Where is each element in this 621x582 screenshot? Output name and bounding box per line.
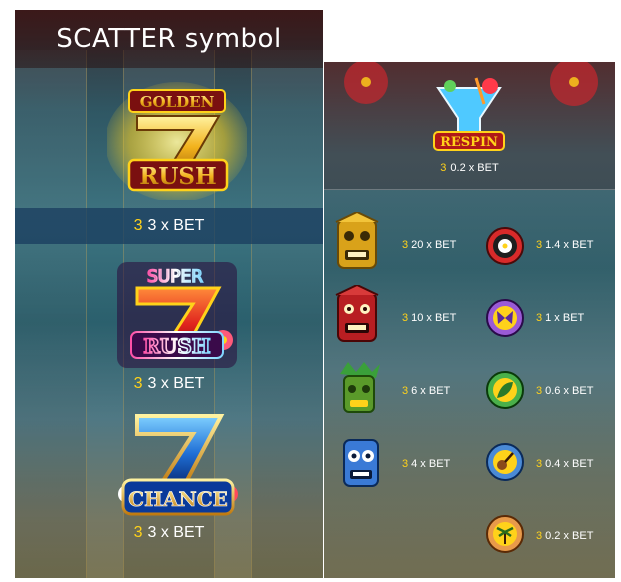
scatter-panel-title: SCATTER symbol (15, 10, 323, 68)
payout-text: 0.4 x BET (545, 458, 594, 470)
super-7-rush-payout: 33 x BET (15, 375, 323, 393)
payout-text: 0.2 x BET (545, 530, 594, 542)
green-tiki-mask-icon (340, 362, 380, 413)
blue-guitar-coin-icon (486, 443, 524, 481)
respin-cocktail-icon: RESPIN (433, 77, 505, 151)
svg-text:CHANCE: CHANCE (128, 487, 228, 511)
blue-tiki-mask-icon (343, 439, 379, 487)
payout-text: 4 x BET (411, 458, 451, 470)
golden-7-rush-icon: GOLDEN RUSH (107, 82, 247, 200)
payout-text: 3 x BET (147, 524, 205, 541)
respin-label: RESPIN (440, 135, 498, 150)
purple-butterfly-coin-icon (486, 299, 524, 337)
respin-payout: 3 0.2 x BET (324, 162, 615, 174)
match-count: 3 (536, 530, 543, 542)
match-count: 3 (402, 458, 409, 470)
orange-coin-payout: 3 0.2 x BET (536, 530, 593, 542)
red-hibiscus-coin-icon (486, 227, 524, 265)
match-count: 3 (402, 312, 409, 324)
gold-tiki-mask-icon (335, 212, 379, 269)
match-count: 3 (402, 385, 409, 397)
match-count: 3 (133, 375, 143, 392)
svg-text:RUSH: RUSH (139, 163, 217, 190)
svg-text:GOLDEN: GOLDEN (140, 93, 215, 111)
match-count: 3 (402, 239, 409, 251)
blue-coin-payout: 3 0.4 x BET (536, 458, 593, 470)
red-coin-payout: 3 1.4 x BET (536, 239, 593, 251)
7-chance-payout: 33 x BET (15, 524, 323, 542)
respin-header: RESPIN 3 0.2 x BET (324, 62, 615, 190)
payout-text: 0.2 x BET (450, 162, 499, 174)
match-count: 3 (536, 458, 543, 470)
orange-palm-coin-icon (486, 515, 524, 553)
payout-text: 6 x BET (411, 385, 451, 397)
payout-text: 10 x BET (411, 312, 457, 324)
gold-tiki-payout: 3 20 x BET (402, 239, 456, 251)
payout-text: 3 x BET (147, 217, 205, 234)
payout-text: 1 x BET (545, 312, 585, 324)
payout-text: 0.6 x BET (545, 385, 594, 397)
golden-7-rush-payout: 33 x BET (15, 208, 323, 244)
payout-text: 20 x BET (411, 239, 457, 251)
match-count: 3 (133, 524, 143, 541)
super-7-rush-icon: SUPER RUSH (107, 256, 247, 374)
blue-tiki-payout: 34 x BET (402, 458, 450, 470)
red-tiki-payout: 3 10 x BET (402, 312, 456, 324)
purple-coin-payout: 31 x BET (536, 312, 584, 324)
green-tiki-payout: 36 x BET (402, 385, 450, 397)
svg-text:SUPER: SUPER (147, 267, 203, 287)
scatter-symbol-panel: SCATTER symbol GOLDEN RUSH 3 3 x BET SUP… (15, 10, 323, 578)
green-coin-payout: 3 0.6 x BET (536, 385, 593, 397)
payout-text: 3 x BET (147, 375, 205, 392)
svg-text:RUSH: RUSH (143, 334, 210, 358)
7-chance-icon: CHANCE (107, 408, 247, 526)
match-count: 3 (440, 162, 447, 174)
red-tiki-mask-icon (335, 285, 379, 342)
match-count: 3 (536, 385, 543, 397)
match-count: 3 (536, 312, 543, 324)
payout-text: 1.4 x BET (545, 239, 594, 251)
match-count: 3 (536, 239, 543, 251)
match-count: 3 (133, 217, 143, 234)
green-leaf-coin-icon (486, 371, 524, 409)
respin-symbol-panel: RESPIN 3 0.2 x BET 3 20 x BET 3 10 x BET 36… (324, 62, 615, 578)
